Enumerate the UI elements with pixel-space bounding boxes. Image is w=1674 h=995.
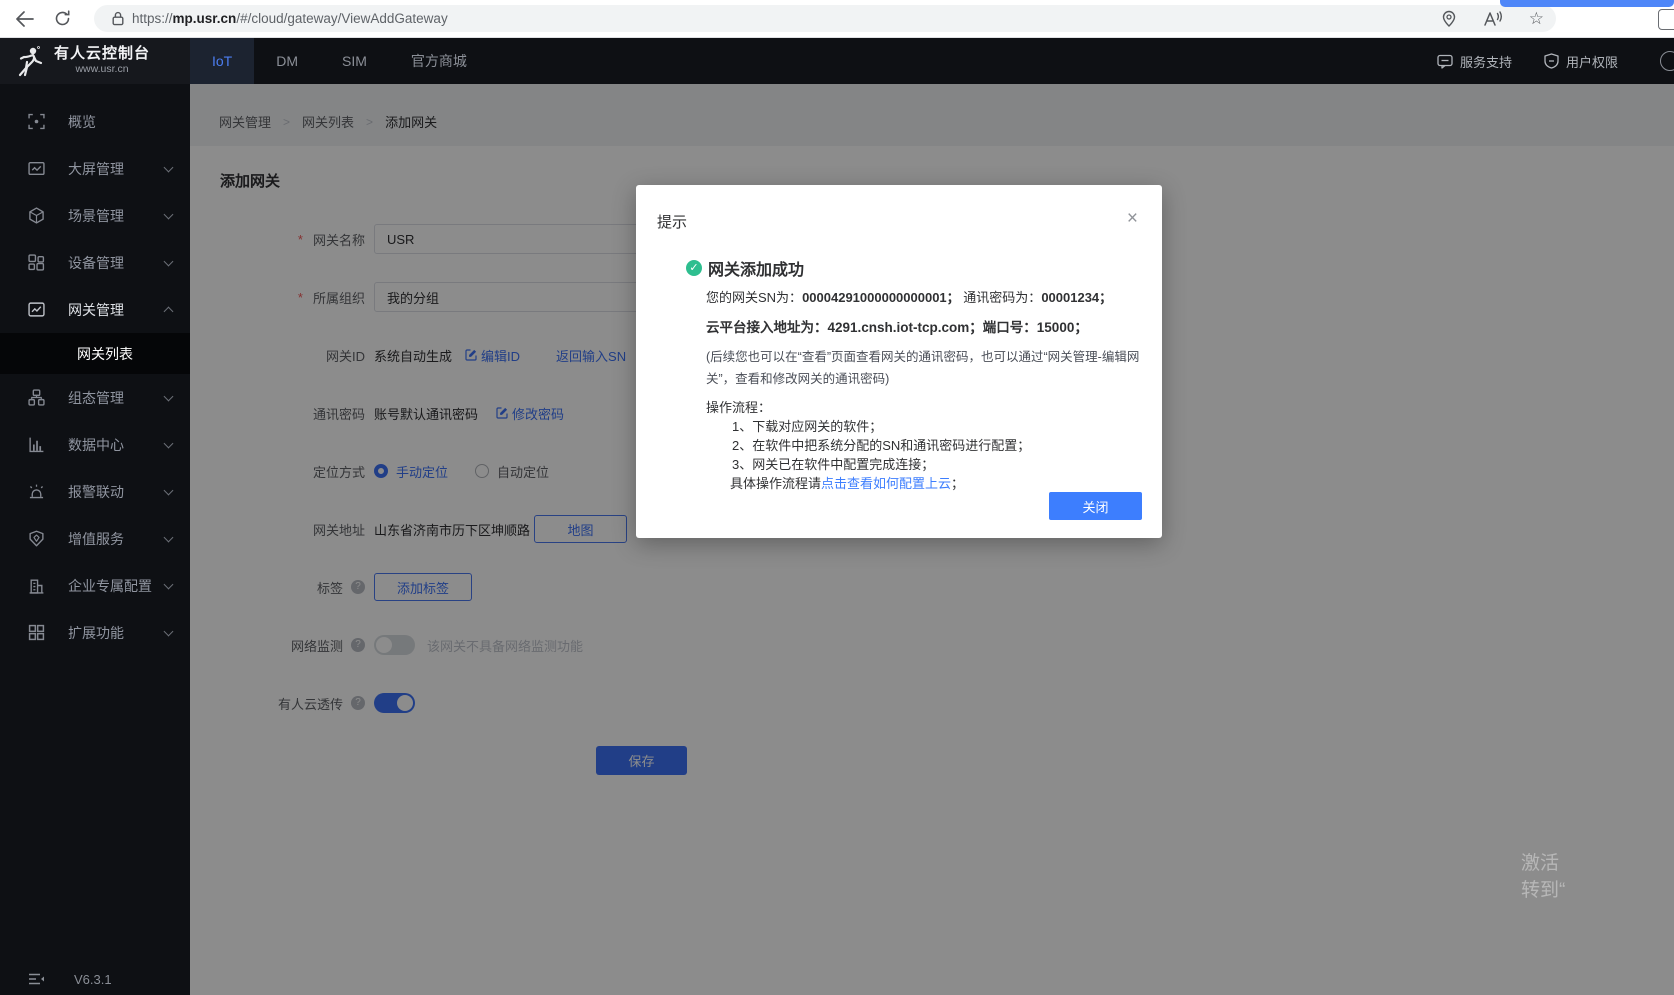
chevron-down-icon — [163, 209, 174, 219]
app-header: 有人云控制台 www.usr.cn IoT DM SIM 官方商城 服务支持 用… — [0, 38, 1674, 84]
config-guide-line: 具体操作流程请点击查看如何配置上云； — [730, 476, 965, 491]
close-button[interactable]: 关闭 — [1049, 492, 1142, 520]
app-subtitle: www.usr.cn — [75, 62, 129, 75]
logo[interactable]: 有人云控制台 www.usr.cn — [0, 38, 190, 84]
location-pin-icon[interactable] — [1441, 10, 1457, 28]
cloud-address-line: 云平台接入地址为：4291.cnsh.iot-tcp.com；端口号：15000… — [706, 320, 1088, 335]
browser-blue-strip — [1500, 0, 1674, 7]
big-screen-icon — [28, 160, 45, 177]
scene-cube-icon — [28, 207, 45, 224]
chevron-down-icon — [163, 162, 174, 172]
screen: https://mp.usr.cn/#/cloud/gateway/ViewAd… — [0, 0, 1674, 995]
flow-title: 操作流程： — [706, 400, 772, 415]
sidebar-item-data-center[interactable]: 数据中心 — [0, 421, 190, 468]
gateway-chart-icon — [28, 301, 45, 318]
read-aloud-icon[interactable] — [1483, 10, 1503, 27]
sidebar-item-device-mgmt[interactable]: 设备管理 — [0, 239, 190, 286]
sidebar: 概览 大屏管理 场景管理 设备管理 网关管理 网关列表 组态管理 数据中心 报警… — [0, 84, 190, 995]
url-text: https://mp.usr.cn/#/cloud/gateway/ViewAd… — [132, 11, 448, 26]
browser-back-button[interactable] — [10, 5, 38, 33]
user-permission-button[interactable]: 用户权限 — [1544, 52, 1618, 71]
chevron-down-icon — [163, 256, 174, 266]
top-nav: IoT DM SIM 官方商城 — [190, 38, 489, 84]
flow-step: 2、在软件中把系统分配的SN和通讯密码进行配置； — [732, 438, 1031, 453]
sidebar-item-extensions[interactable]: 扩展功能 — [0, 609, 190, 656]
sidebar-item-config-mgmt[interactable]: 组态管理 — [0, 374, 190, 421]
browser-edge-partial-icon — [1658, 9, 1674, 30]
sidebar-item-gateway-list[interactable]: 网关列表 — [0, 333, 190, 374]
tab-iot[interactable]: IoT — [190, 38, 255, 84]
close-icon[interactable]: × — [1127, 209, 1138, 228]
note-text: (后续您也可以在“查看”页面查看网关的通讯密码，也可以通过“网关管理-编辑网关”… — [706, 350, 1140, 386]
sidebar-item-value-services[interactable]: 增值服务 — [0, 515, 190, 562]
version-label: V6.3.1 — [74, 971, 112, 987]
success-check-icon: ✓ — [686, 260, 702, 276]
browser-refresh-button[interactable] — [48, 5, 76, 33]
sidebar-item-overview[interactable]: 概览 — [0, 98, 190, 145]
usr-runner-logo-icon — [18, 46, 43, 77]
flow-step: 1、下载对应网关的软件； — [732, 419, 883, 434]
flow-step: 3、网关已在软件中配置完成连接； — [732, 457, 935, 472]
app-title: 有人云控制台 — [54, 45, 151, 63]
sidebar-item-scene-mgmt[interactable]: 场景管理 — [0, 192, 190, 239]
building-icon — [28, 577, 45, 594]
tab-official-store[interactable]: 官方商城 — [389, 38, 489, 84]
overview-icon — [28, 113, 45, 130]
apps-grid-icon — [28, 624, 45, 641]
prompt-dialog: 提示 × ✓ 网关添加成功 您的网关SN为：000042910000000000… — [636, 185, 1162, 538]
avatar-partial-icon[interactable] — [1660, 51, 1674, 71]
browser-toolbar: https://mp.usr.cn/#/cloud/gateway/ViewAd… — [0, 0, 1674, 38]
chat-icon — [1437, 54, 1453, 69]
shield-diamond-icon — [28, 530, 45, 547]
windows-activation-watermark: 激活 转到“ — [1521, 853, 1566, 901]
sidebar-item-screen-mgmt[interactable]: 大屏管理 — [0, 145, 190, 192]
alarm-siren-icon — [28, 483, 45, 500]
sidebar-item-gateway-mgmt[interactable]: 网关管理 — [0, 286, 190, 333]
topology-icon — [28, 389, 45, 406]
sn-password-line: 您的网关SN为：00004291000000000001； 通讯密码为：0000… — [706, 290, 1113, 305]
shield-icon — [1544, 53, 1559, 69]
favorite-star-icon[interactable]: ☆ — [1529, 10, 1544, 27]
service-support-button[interactable]: 服务支持 — [1437, 52, 1512, 71]
chevron-up-icon — [163, 306, 174, 317]
sidebar-collapse-icon[interactable] — [28, 973, 44, 985]
lock-icon — [112, 11, 124, 26]
chevron-down-icon — [163, 532, 174, 542]
success-title: 网关添加成功 — [708, 262, 805, 279]
sidebar-item-alarm-linkage[interactable]: 报警联动 — [0, 468, 190, 515]
address-bar[interactable]: https://mp.usr.cn/#/cloud/gateway/ViewAd… — [94, 5, 1556, 32]
bar-chart-icon — [28, 436, 45, 453]
chevron-down-icon — [163, 485, 174, 495]
tab-dm[interactable]: DM — [254, 38, 320, 84]
config-guide-link[interactable]: 点击查看如何配置上云 — [821, 476, 951, 491]
chevron-down-icon — [163, 626, 174, 636]
chevron-down-icon — [163, 391, 174, 401]
chevron-down-icon — [163, 579, 174, 589]
dialog-title: 提示 — [657, 214, 688, 231]
device-grid-icon — [28, 254, 45, 271]
chevron-down-icon — [163, 438, 174, 448]
tab-sim[interactable]: SIM — [320, 38, 389, 84]
sidebar-item-enterprise-config[interactable]: 企业专属配置 — [0, 562, 190, 609]
